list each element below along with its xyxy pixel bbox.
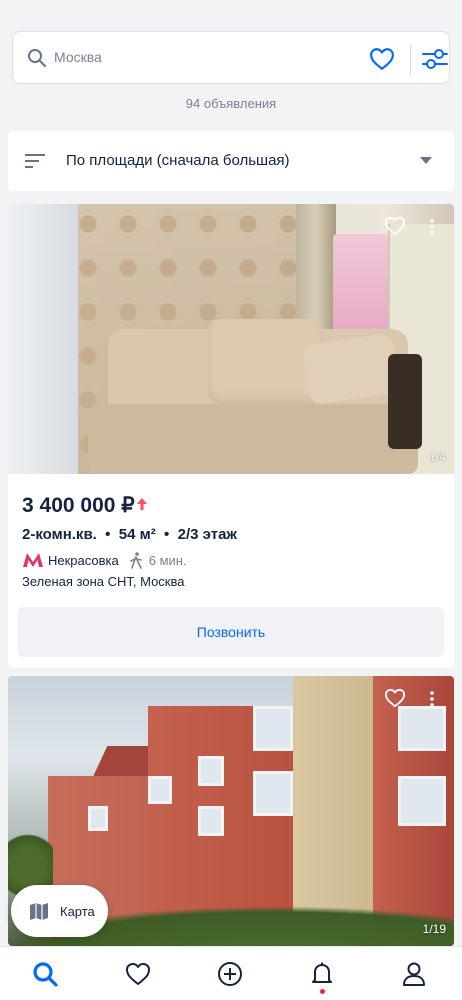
search-icon <box>28 49 46 67</box>
tab-search[interactable] <box>32 961 62 991</box>
favorite-icon[interactable] <box>384 216 406 236</box>
photo-counter: 1/19 <box>422 922 446 936</box>
tab-notifications[interactable] <box>309 961 339 991</box>
search-bar[interactable]: Москва <box>12 31 450 84</box>
tab-favorites[interactable] <box>125 961 155 991</box>
listing-price: 3 400 000 ₽ <box>22 494 135 517</box>
listing-card[interactable]: 1/4 3 400 000 ₽ 2-комн.кв. • 54 м² • 2/3… <box>8 204 454 668</box>
heart-icon <box>126 963 150 985</box>
metro-info: Некрасовка 6 мин. <box>22 551 187 569</box>
map-icon <box>30 903 48 920</box>
photo-window <box>253 771 293 816</box>
plus-icon <box>218 962 242 986</box>
photo-window <box>198 756 224 786</box>
results-count: 94 объявления <box>185 96 277 111</box>
map-label: Карта <box>60 903 95 919</box>
photo-window <box>198 806 224 836</box>
call-button[interactable]: Позвонить <box>18 607 444 657</box>
metro-station: Некрасовка <box>48 552 119 568</box>
sort-select[interactable]: По площади (сначала большая) <box>8 131 454 191</box>
search-input[interactable]: Москва <box>54 49 102 65</box>
bell-icon <box>312 962 332 983</box>
chevron-down-icon <box>420 157 432 164</box>
sort-label: По площади (сначала большая) <box>66 152 290 169</box>
filters-icon[interactable] <box>421 46 449 72</box>
photo-window <box>253 706 293 751</box>
walk-icon <box>129 551 142 569</box>
photo-sofa-arm <box>388 354 422 449</box>
photo-cushion <box>302 333 400 405</box>
photo-window <box>88 806 108 831</box>
more-icon[interactable] <box>426 690 438 708</box>
photo-shelf <box>333 234 388 339</box>
photo-window <box>148 776 172 804</box>
listing-photo[interactable]: 1/4 <box>8 204 454 474</box>
tab-add[interactable] <box>217 961 247 991</box>
search-icon <box>33 962 58 987</box>
listing-params: 2-комн.кв. • 54 м² • 2/3 этаж <box>22 526 238 543</box>
photo-counter: 1/4 <box>429 450 446 464</box>
photo-sofa-seat <box>88 404 418 474</box>
sort-icon <box>25 154 45 168</box>
map-button[interactable]: Карта <box>11 885 108 937</box>
divider <box>410 44 411 74</box>
notification-dot <box>320 989 325 994</box>
metro-icon <box>23 553 43 567</box>
tab-profile[interactable] <box>401 961 431 991</box>
tab-bar <box>0 946 462 1000</box>
more-icon[interactable] <box>426 218 438 236</box>
heart-icon[interactable] <box>369 47 395 71</box>
photo-door <box>8 204 78 474</box>
photo-window <box>398 706 446 751</box>
walk-time: 6 мин. <box>148 552 187 568</box>
price-up-icon <box>137 498 147 510</box>
favorite-icon[interactable] <box>384 688 406 708</box>
listing-address: Зеленая зона СНТ, Москва <box>22 574 185 589</box>
profile-icon <box>403 962 425 986</box>
photo-window <box>398 776 446 826</box>
